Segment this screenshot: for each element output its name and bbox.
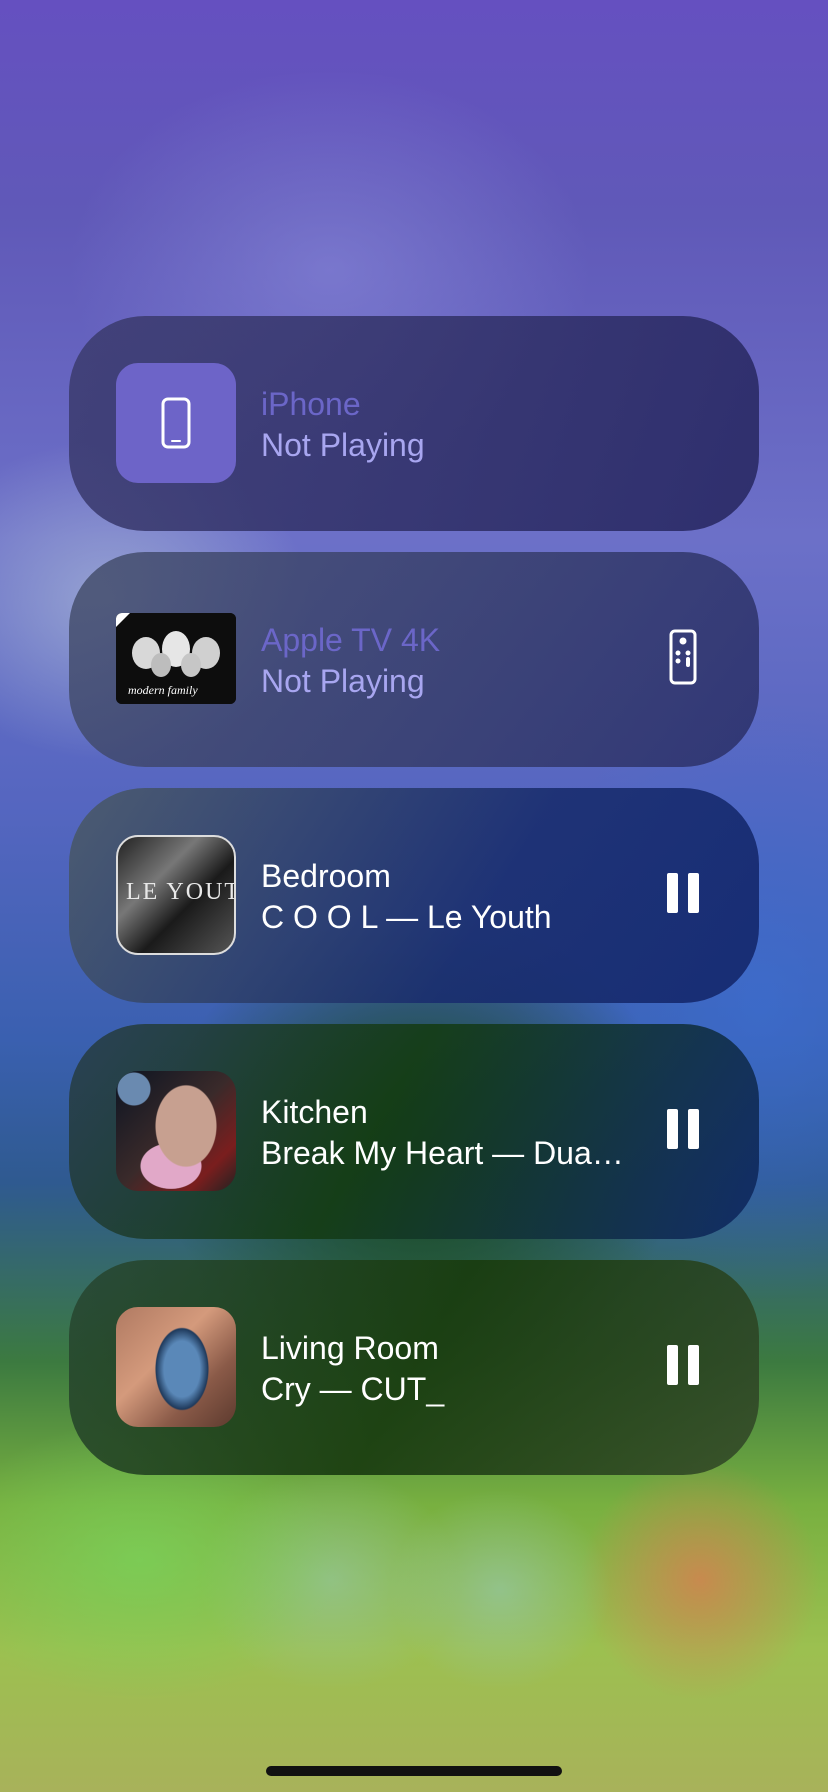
pause-icon	[662, 872, 704, 918]
playback-status: Not Playing	[261, 663, 425, 699]
device-card-bedroom[interactable]: LE YOUTH Bedroom C O O L — Le Youth	[69, 788, 759, 1003]
device-name: Living Room	[261, 1330, 439, 1366]
device-name: Bedroom	[261, 858, 391, 894]
device-card-kitchen[interactable]: Kitchen Break My Heart — Dua…	[69, 1024, 759, 1239]
album-artwork: modern family	[116, 613, 236, 704]
pause-icon	[662, 1344, 704, 1390]
device-name: Kitchen	[261, 1094, 368, 1130]
device-card-apple-tv[interactable]: modern family Apple TV 4K Not Playing	[69, 552, 759, 767]
artwork-caption: modern family	[128, 683, 198, 697]
album-artwork	[116, 1307, 236, 1427]
artwork-caption: LE YOUTH	[126, 879, 234, 905]
playback-status: Not Playing	[261, 427, 425, 463]
album-artwork: LE YOUTH	[116, 835, 236, 955]
remote-icon	[669, 629, 697, 690]
iphone-device-icon	[116, 363, 236, 483]
device-card-iphone[interactable]: iPhone Not Playing	[69, 316, 759, 531]
now-playing-track: Break My Heart — Dua…	[261, 1135, 624, 1171]
pause-button[interactable]	[645, 1093, 721, 1169]
pause-button[interactable]	[645, 1329, 721, 1405]
home-indicator[interactable]	[266, 1766, 562, 1776]
remote-button[interactable]	[645, 621, 721, 697]
now-playing-track: Cry — CUT_	[261, 1371, 445, 1407]
device-card-living-room[interactable]: Living Room Cry — CUT_	[69, 1260, 759, 1475]
device-name: Apple TV 4K	[261, 622, 441, 658]
pause-icon	[662, 1108, 704, 1154]
now-playing-track: C O O L — Le Youth	[261, 899, 552, 935]
album-artwork	[116, 1071, 236, 1191]
pause-button[interactable]	[645, 857, 721, 933]
device-name: iPhone	[261, 386, 361, 422]
